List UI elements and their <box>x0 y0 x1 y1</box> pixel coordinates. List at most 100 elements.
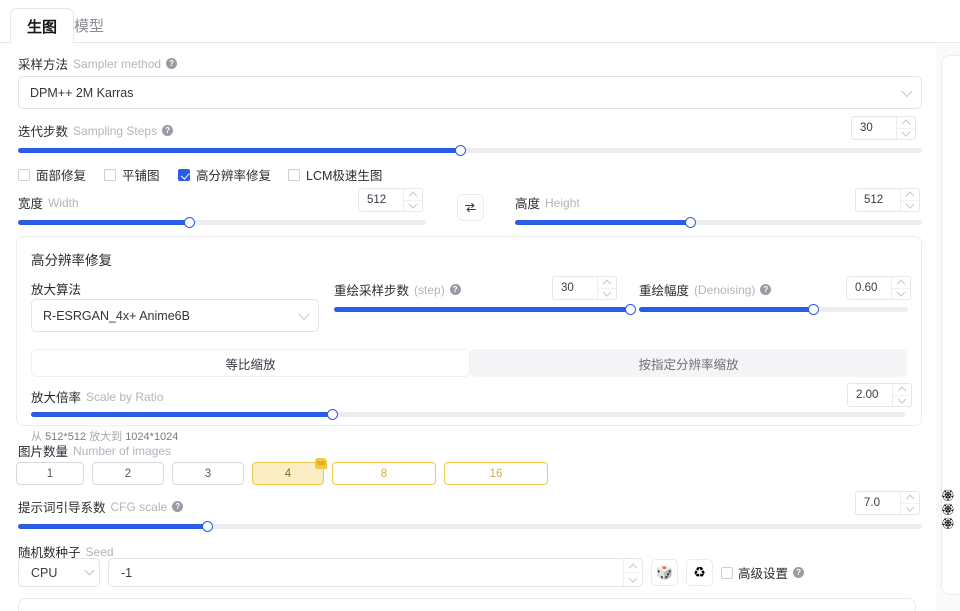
scale-slider-knob[interactable] <box>327 409 339 420</box>
width-stepper[interactable] <box>403 189 422 211</box>
swap-dimensions-button[interactable] <box>457 194 484 221</box>
batch-option-label: 16 <box>489 467 503 480</box>
stepper-down[interactable] <box>901 504 919 515</box>
help-icon[interactable]: ? <box>166 58 178 69</box>
stepper-down[interactable] <box>897 129 915 140</box>
batch-option-16[interactable]: 16 <box>444 462 548 485</box>
hr-steps-label-cn: 重绘采样步数 <box>334 284 410 298</box>
seed-device-select[interactable]: CPU <box>18 558 100 587</box>
checkbox-box[interactable] <box>18 168 30 181</box>
height-number-input[interactable]: 512 <box>855 188 920 212</box>
tab-bar: 生图 模型 <box>0 0 960 44</box>
stepper-up[interactable] <box>404 189 422 201</box>
height-label-row: 高度 Height <box>515 193 580 212</box>
stepper-up[interactable] <box>897 117 915 129</box>
denoising-number-input[interactable]: 0.60 <box>846 276 911 300</box>
help-icon[interactable]: ? <box>793 567 805 578</box>
checkbox-box[interactable] <box>104 168 116 181</box>
tab-model-label: 模型 <box>74 18 105 35</box>
steps-number-input[interactable]: 30 <box>851 116 916 140</box>
stepper-up[interactable] <box>598 277 616 289</box>
width-slider-knob[interactable] <box>183 217 195 228</box>
scale-stepper[interactable] <box>892 384 911 406</box>
cfg-slider[interactable] <box>18 521 922 532</box>
stepper-down[interactable] <box>901 201 919 212</box>
upscaler-select[interactable]: R-ESRGAN_4x+ Anime6B <box>31 299 319 332</box>
denoising-label-cn: 重绘幅度 <box>639 284 690 298</box>
stepper-up[interactable] <box>901 189 919 201</box>
upscaler-label-cn: 放大算法 <box>31 283 82 297</box>
scale-number-input[interactable]: 2.00 <box>847 383 912 407</box>
height-stepper[interactable] <box>900 189 919 211</box>
steps-slider-knob[interactable] <box>455 145 467 156</box>
stepper-up[interactable] <box>892 277 910 289</box>
hires-panel-title: 高分辨率修复 <box>31 253 112 268</box>
height-slider[interactable] <box>515 217 922 228</box>
help-icon[interactable]: ? <box>760 284 772 295</box>
checkbox-tiling[interactable]: 平铺图 <box>104 165 178 184</box>
width-slider[interactable] <box>18 217 426 228</box>
steps-stepper[interactable] <box>896 117 915 139</box>
help-icon[interactable]: ? <box>162 125 174 136</box>
seed-device-value: CPU <box>31 565 58 580</box>
checkbox-label: LCM极速生图 <box>306 169 383 183</box>
batch-option-label: 3 <box>204 467 212 480</box>
stepper-down[interactable] <box>598 289 616 300</box>
sampler-select[interactable]: DPM++ 2M Karras <box>18 76 922 109</box>
cfg-slider-knob[interactable] <box>202 521 214 532</box>
steps-slider[interactable] <box>18 145 922 156</box>
help-icon[interactable]: ? <box>449 284 461 295</box>
hr-steps-number-input[interactable]: 30 <box>552 276 617 300</box>
tab-proportional-scale[interactable]: 等比缩放 <box>31 349 470 377</box>
checkbox-box[interactable] <box>178 168 190 181</box>
flower-icon-2[interactable]: 🏵 <box>941 504 955 516</box>
help-icon[interactable]: ? <box>172 501 184 512</box>
width-number-input[interactable]: 512 <box>358 188 423 212</box>
checkbox-box[interactable] <box>288 168 300 181</box>
hr-steps-slider-knob[interactable] <box>624 304 636 315</box>
scale-slider[interactable] <box>31 409 905 420</box>
tab-resolution-scale[interactable]: 按指定分辨率缩放 <box>470 349 907 377</box>
denoising-stepper[interactable] <box>891 277 910 299</box>
rail-icon-stack[interactable]: 🏵 🏵 🏵 <box>941 490 955 530</box>
steps-label-row: 迭代步数 Sampling Steps ? <box>18 121 174 140</box>
seed-stepper[interactable] <box>623 559 642 586</box>
hr-steps-stepper[interactable] <box>597 277 616 299</box>
checkbox-box[interactable] <box>721 566 733 579</box>
batch-option-1[interactable]: 1 <box>16 462 84 485</box>
batch-option-4[interactable]: 4 <box>252 458 327 485</box>
stepper-down[interactable] <box>624 573 642 586</box>
flower-icon-1[interactable]: 🏵 <box>941 490 955 502</box>
cfg-number-input[interactable]: 7.0 <box>855 491 920 515</box>
batch-option-8[interactable]: 8 <box>332 462 436 485</box>
reuse-seed-button[interactable]: ♻ <box>686 559 713 586</box>
batch-option-2[interactable]: 2 <box>92 462 164 485</box>
width-label-row: 宽度 Width <box>18 193 79 212</box>
stepper-up[interactable] <box>893 384 911 396</box>
sampler-label-cn: 采样方法 <box>18 58 69 72</box>
stepper-down[interactable] <box>892 289 910 300</box>
checkbox-label: 高分辨率修复 <box>196 169 272 183</box>
checkbox-hires-fix[interactable]: 高分辨率修复 <box>178 165 288 184</box>
denoising-slider-knob[interactable] <box>808 304 820 315</box>
seed-label-en: Seed <box>85 544 114 559</box>
flower-icon-3[interactable]: 🏵 <box>941 518 955 530</box>
steps-label-en: Sampling Steps <box>73 123 158 138</box>
stepper-up[interactable] <box>624 559 642 573</box>
denoising-slider[interactable] <box>639 304 908 315</box>
stepper-down[interactable] <box>893 396 911 407</box>
batch-option-3[interactable]: 3 <box>172 462 244 485</box>
seed-value-input[interactable]: -1 <box>108 558 643 587</box>
cfg-stepper[interactable] <box>900 492 919 514</box>
random-seed-button[interactable]: 🎲 <box>651 559 678 586</box>
hr-steps-slider[interactable] <box>334 304 636 315</box>
tab-generate[interactable]: 生图 <box>10 8 75 44</box>
hr-steps-value: 30 <box>553 277 597 299</box>
hires-fix-panel: 高分辨率修复 放大算法 R-ESRGAN_4x+ Anime6B 重绘采样步数 … <box>16 236 922 443</box>
advanced-settings-toggle[interactable]: 高级设置 ? <box>721 563 805 582</box>
checkbox-lcm[interactable]: LCM极速生图 <box>288 165 382 184</box>
stepper-down[interactable] <box>404 201 422 212</box>
height-slider-knob[interactable] <box>684 217 696 228</box>
checkbox-face-restore[interactable]: 面部修复 <box>18 165 104 184</box>
stepper-up[interactable] <box>901 492 919 504</box>
